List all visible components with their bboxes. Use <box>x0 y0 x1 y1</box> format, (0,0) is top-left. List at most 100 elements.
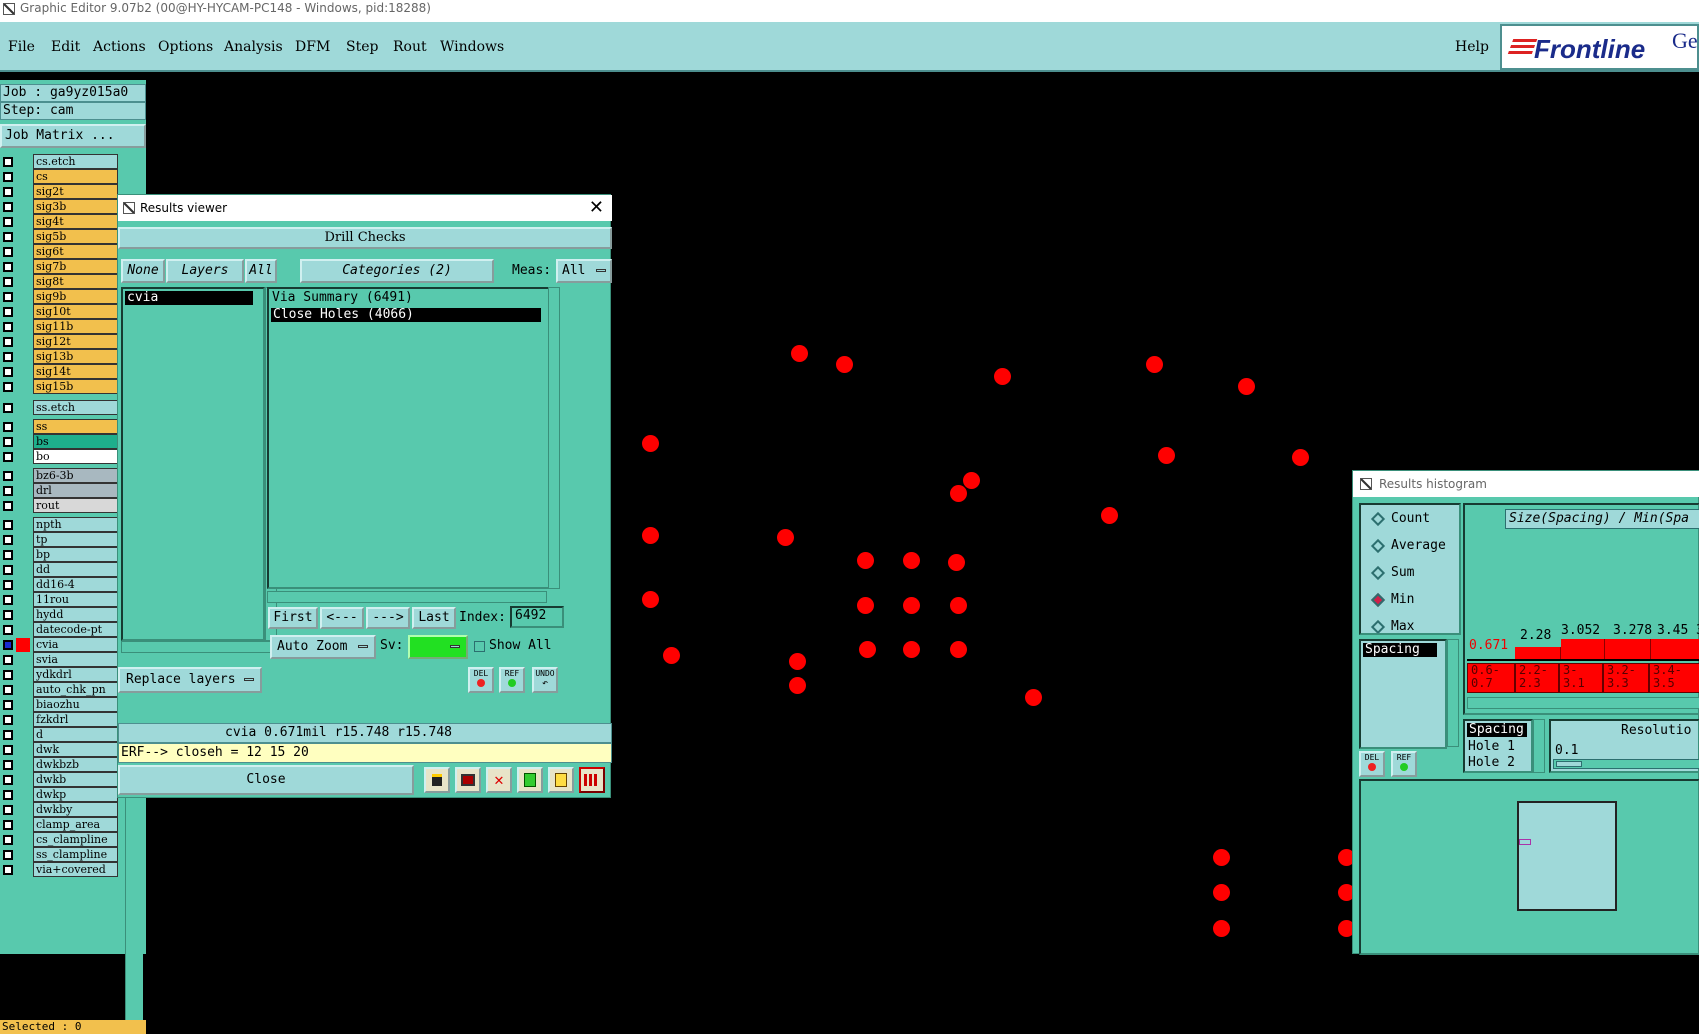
layer-row-tp[interactable]: tp <box>0 532 118 548</box>
layer-checkbox[interactable] <box>3 640 13 650</box>
layer-checkbox[interactable] <box>3 157 13 167</box>
layer-checkbox[interactable] <box>3 595 13 605</box>
via-hole[interactable] <box>950 485 967 502</box>
layer-row-cs-etch[interactable]: cs.etch <box>0 154 118 170</box>
layer-checkbox[interactable] <box>3 217 13 227</box>
categories-hscrollbar[interactable] <box>267 591 547 603</box>
first-button[interactable]: First <box>268 607 318 629</box>
layer-row-ss[interactable]: ss <box>0 419 118 435</box>
via-hole[interactable] <box>963 472 980 489</box>
spacing-list-item[interactable]: Hole 2 <box>1468 755 1515 771</box>
layer-row-11rou[interactable]: 11rou <box>0 592 118 608</box>
via-hole[interactable] <box>903 641 920 658</box>
via-hole[interactable] <box>789 677 806 694</box>
layer-checkbox[interactable] <box>3 625 13 635</box>
spacing-list[interactable]: Spacing Hole 1 Hole 2 <box>1463 719 1533 773</box>
prev-button[interactable]: <--- <box>320 607 364 629</box>
layer-name[interactable]: sig10t <box>33 304 118 319</box>
layer-checkbox[interactable] <box>3 670 13 680</box>
layer-row-dwkbzb[interactable]: dwkbzb <box>0 757 118 773</box>
layer-name[interactable]: ydkdrl <box>33 667 118 682</box>
layer-name[interactable]: cs.etch <box>33 154 118 169</box>
layer-name[interactable]: bo <box>33 449 118 464</box>
spacing-list-item-selected[interactable]: Spacing <box>1467 723 1527 737</box>
layer-name[interactable]: d <box>33 727 118 742</box>
layer-checkbox[interactable] <box>3 715 13 725</box>
via-hole[interactable] <box>1146 356 1163 373</box>
preview-board[interactable] <box>1517 801 1617 911</box>
spacing-list-scrollbar[interactable] <box>1533 719 1545 773</box>
layer-checkbox[interactable] <box>3 322 13 332</box>
layer-name[interactable]: dd16-4 <box>33 577 118 592</box>
layer-name[interactable]: sig2t <box>33 184 118 199</box>
layer-row-dd[interactable]: dd <box>0 562 118 578</box>
via-hole[interactable] <box>1101 507 1118 524</box>
layer-checkbox[interactable] <box>3 820 13 830</box>
layer-row-sig5b[interactable]: sig5b <box>0 229 118 245</box>
layer-name[interactable]: fzkdrl <box>33 712 118 727</box>
layer-checkbox[interactable] <box>3 805 13 815</box>
range-cell[interactable]: 3- 3.1 <box>1559 663 1603 693</box>
layer-checkbox[interactable] <box>3 835 13 845</box>
layer-row-sig13b[interactable]: sig13b <box>0 349 118 365</box>
layer-row-dd16-4[interactable]: dd16-4 <box>0 577 118 593</box>
via-hole[interactable] <box>1213 920 1230 937</box>
layer-checkbox[interactable] <box>3 202 13 212</box>
show-all-checkbox[interactable] <box>474 641 485 652</box>
layer-row-cvia[interactable]: cvia <box>0 637 118 653</box>
via-hole[interactable] <box>859 641 876 658</box>
layer-name[interactable]: hydd <box>33 607 118 622</box>
spacing-item[interactable]: Spacing <box>1363 643 1437 657</box>
layer-name[interactable]: tp <box>33 532 118 547</box>
layer-checkbox[interactable] <box>3 367 13 377</box>
average-radio[interactable]: Average <box>1370 538 1446 554</box>
resolution-slider[interactable] <box>1553 759 1699 769</box>
meas-dropdown[interactable]: All <box>556 259 612 283</box>
layer-checkbox[interactable] <box>3 865 13 875</box>
range-cell[interactable]: 3.4- 3.5 <box>1649 663 1699 693</box>
delete-icon[interactable]: ✕ <box>486 767 512 793</box>
layer-name[interactable]: npth <box>33 517 118 532</box>
layer-name[interactable]: clamp_area <box>33 817 118 832</box>
layer-checkbox[interactable] <box>3 580 13 590</box>
layer-name[interactable]: via+covered <box>33 862 118 877</box>
layer-row-dwkb[interactable]: dwkb <box>0 772 118 788</box>
menu-step[interactable]: Step <box>346 39 378 55</box>
range-cell[interactable]: 0.6- 0.7 <box>1467 663 1515 693</box>
max-radio[interactable]: Max <box>1370 619 1414 635</box>
layer-checkbox[interactable] <box>3 437 13 447</box>
layer-name[interactable]: bz6-3b <box>33 468 118 483</box>
via-hole[interactable] <box>950 597 967 614</box>
layer-name[interactable]: sig13b <box>33 349 118 364</box>
layer-checkbox[interactable] <box>3 422 13 432</box>
layer-checkbox[interactable] <box>3 790 13 800</box>
layer-row-via-covered[interactable]: via+covered <box>0 862 118 878</box>
menu-help[interactable]: Help <box>1455 39 1489 55</box>
layer-name[interactable]: dwkby <box>33 802 118 817</box>
index-input[interactable]: 6492 <box>510 606 564 628</box>
layer-checkbox[interactable] <box>3 775 13 785</box>
layer-name[interactable]: svia <box>33 652 118 667</box>
layer-row-rout[interactable]: rout <box>0 498 118 514</box>
layer-name[interactable]: dwk <box>33 742 118 757</box>
via-hole[interactable] <box>948 554 965 571</box>
layer-checkbox[interactable] <box>3 307 13 317</box>
layer-row-npth[interactable]: npth <box>0 517 118 533</box>
histogram-item-list[interactable]: Spacing <box>1359 639 1447 749</box>
layer-checkbox[interactable] <box>3 550 13 560</box>
menu-windows[interactable]: Windows <box>440 39 504 55</box>
layer-checkbox[interactable] <box>3 262 13 272</box>
layer-checkbox[interactable] <box>3 172 13 182</box>
layer-checkbox[interactable] <box>3 760 13 770</box>
layer-list-hscrollbar[interactable] <box>121 641 277 653</box>
layer-row-sig14t[interactable]: sig14t <box>0 364 118 380</box>
via-hole[interactable] <box>1158 447 1175 464</box>
layer-row-drl[interactable]: drl <box>0 483 118 499</box>
layer-row-sig4t[interactable]: sig4t <box>0 214 118 230</box>
via-hole[interactable] <box>1213 849 1230 866</box>
layer-name[interactable]: sig14t <box>33 364 118 379</box>
layer-name[interactable]: dwkbzb <box>33 757 118 772</box>
layer-name[interactable]: ss.etch <box>33 400 118 415</box>
layer-row-sig9b[interactable]: sig9b <box>0 289 118 305</box>
layer-row-sig2t[interactable]: sig2t <box>0 184 118 200</box>
